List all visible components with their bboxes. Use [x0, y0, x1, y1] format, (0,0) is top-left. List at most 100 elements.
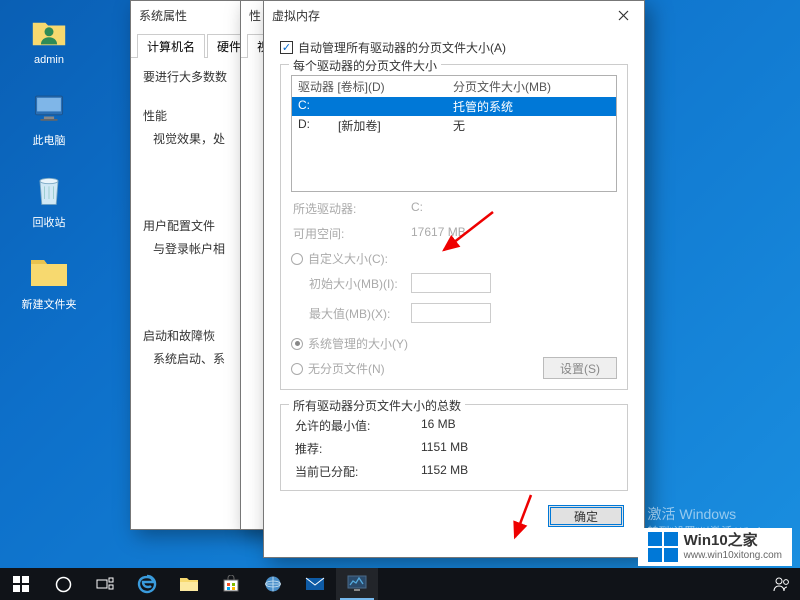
no-paging-radio[interactable] — [291, 363, 303, 375]
task-view-button[interactable] — [84, 568, 126, 600]
icon-label: 此电脑 — [14, 132, 84, 148]
cortana-button[interactable] — [42, 568, 84, 600]
drive-label — [338, 98, 453, 115]
totals-group: 所有驱动器分页文件大小的总数 允许的最小值: 16 MB 推荐: 1151 MB… — [280, 404, 628, 491]
monitor-icon — [347, 575, 367, 593]
desktop-icon-admin[interactable]: admin — [14, 10, 84, 66]
start-button[interactable] — [0, 568, 42, 600]
value: C: — [411, 200, 423, 217]
cur-row: 当前已分配: 1152 MB — [291, 463, 617, 480]
user-section-title: 用户配置文件 — [143, 217, 247, 234]
pc-icon — [29, 88, 69, 128]
virtual-memory-dialog: 虚拟内存 ✓ 自动管理所有驱动器的分页文件大小(A) 每个驱动器的分页文件大小 … — [263, 0, 645, 558]
logo-url: www.win10xitong.com — [684, 550, 782, 561]
drive-label: [新加卷] — [338, 117, 453, 134]
label: 初始大小(MB)(I): — [291, 275, 411, 292]
system-managed-radio-row: 系统管理的大小(Y) — [291, 335, 617, 352]
max-size-row: 最大值(MB)(X): — [291, 303, 617, 323]
titlebar[interactable]: 虚拟内存 — [264, 1, 644, 29]
desktop-area: admin 此电脑 回收站 新建文件夹 — [14, 10, 84, 334]
drive-list[interactable]: 驱动器 [卷标](D) 分页文件大小(MB) C: 托管的系统 D: [新加卷]… — [291, 75, 617, 192]
window-title: 性 — [249, 7, 261, 24]
rec-row: 推荐: 1151 MB — [291, 440, 617, 457]
dialog-title: 虚拟内存 — [272, 7, 320, 24]
taskbar-mail[interactable] — [294, 568, 336, 600]
max-size-input[interactable] — [411, 303, 491, 323]
logo-name: Win10之家 — [684, 533, 782, 550]
label: 当前已分配: — [291, 463, 421, 480]
drive-list-header: 驱动器 [卷标](D) 分页文件大小(MB) — [292, 76, 616, 97]
col-size: 分页文件大小(MB) — [453, 78, 551, 95]
radio-label: 无分页文件(N) — [308, 360, 385, 377]
custom-size-radio[interactable] — [291, 253, 303, 265]
user-desc: 与登录帐户相 — [143, 240, 247, 257]
taskbar-file-explorer[interactable] — [168, 568, 210, 600]
windows-logo-icon — [648, 532, 678, 562]
mail-icon — [305, 577, 325, 591]
perf-desc: 视觉效果，处 — [143, 130, 247, 147]
taskbar — [0, 568, 800, 600]
value: 17617 MB — [411, 225, 466, 242]
desktop-icon-new-folder[interactable]: 新建文件夹 — [14, 252, 84, 312]
label: 可用空间: — [291, 225, 411, 242]
desktop-icon-recycle-bin[interactable]: 回收站 — [14, 170, 84, 230]
initial-size-row: 初始大小(MB)(I): — [291, 273, 617, 293]
tab-computer-name[interactable]: 计算机名 — [137, 34, 205, 58]
drive-letter: D: — [298, 117, 338, 134]
system-managed-radio[interactable] — [291, 338, 303, 350]
icon-label: 新建文件夹 — [14, 296, 84, 312]
drive-row-d[interactable]: D: [新加卷] 无 — [292, 116, 616, 135]
store-icon — [222, 575, 240, 593]
icon-label: 回收站 — [14, 214, 84, 230]
set-button[interactable]: 设置(S) — [543, 357, 617, 379]
circle-icon — [55, 576, 72, 593]
value: 16 MB — [421, 417, 456, 434]
watermark-title: 激活 Windows — [648, 505, 781, 525]
taskbar-store[interactable] — [210, 568, 252, 600]
value: 1151 MB — [421, 440, 468, 457]
close-icon — [618, 10, 629, 21]
ok-button[interactable]: 确定 — [548, 505, 624, 527]
auto-manage-row: ✓ 自动管理所有驱动器的分页文件大小(A) — [280, 39, 628, 56]
custom-size-radio-row: 自定义大小(C): — [291, 250, 617, 267]
window-title: 系统属性 — [139, 7, 187, 24]
perf-section-title: 性能 — [143, 107, 247, 124]
label: 推荐: — [291, 440, 421, 457]
label: 所选驱动器: — [291, 200, 411, 217]
site-logo: Win10之家 www.win10xitong.com — [638, 528, 792, 566]
label: 最大值(MB)(X): — [291, 305, 411, 322]
drive-letter: C: — [298, 98, 338, 115]
group-title: 所有驱动器分页文件大小的总数 — [289, 397, 465, 414]
drive-row-c[interactable]: C: 托管的系统 — [292, 97, 616, 116]
close-button[interactable] — [602, 1, 644, 29]
taskbar-people[interactable] — [764, 568, 800, 600]
auto-manage-label: 自动管理所有驱动器的分页文件大小(A) — [298, 39, 506, 56]
windows-icon — [13, 576, 29, 592]
boot-section-title: 启动和故障恢 — [143, 327, 247, 344]
auto-manage-checkbox[interactable]: ✓ — [280, 41, 293, 54]
user-folder-icon — [29, 10, 69, 50]
icon-label: admin — [14, 54, 84, 66]
radio-label: 系统管理的大小(Y) — [308, 335, 408, 352]
boot-desc: 系统启动、系 — [143, 350, 247, 367]
taskbar-edge[interactable] — [126, 568, 168, 600]
folder-icon — [179, 576, 199, 592]
dialog-body: ✓ 自动管理所有驱动器的分页文件大小(A) 每个驱动器的分页文件大小 驱动器 [… — [264, 29, 644, 539]
people-icon — [773, 576, 791, 592]
globe-icon — [264, 575, 282, 593]
edge-icon — [137, 574, 157, 594]
label: 允许的最小值: — [291, 417, 421, 434]
radio-label: 自定义大小(C): — [308, 250, 388, 267]
taskbar-browser[interactable] — [252, 568, 294, 600]
recycle-bin-icon — [29, 170, 69, 210]
free-space-row: 可用空间: 17617 MB — [291, 225, 617, 242]
intro-text: 要进行大多数数 — [143, 68, 247, 85]
initial-size-input[interactable] — [411, 273, 491, 293]
desktop-icon-this-pc[interactable]: 此电脑 — [14, 88, 84, 148]
taskbar-system-properties[interactable] — [336, 568, 378, 600]
value: 1152 MB — [421, 463, 468, 480]
folder-icon — [29, 252, 69, 292]
selected-drive-row: 所选驱动器: C: — [291, 200, 617, 217]
group-title: 每个驱动器的分页文件大小 — [289, 57, 441, 74]
per-drive-group: 每个驱动器的分页文件大小 驱动器 [卷标](D) 分页文件大小(MB) C: 托… — [280, 64, 628, 390]
